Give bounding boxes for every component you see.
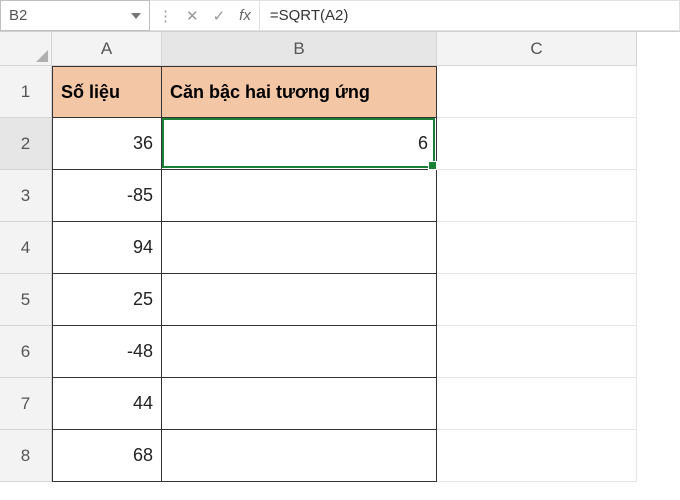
name-box-value: B2 <box>9 7 27 24</box>
cell-B8[interactable] <box>162 430 437 482</box>
cell-A8[interactable]: 68 <box>52 430 162 482</box>
cell-C2[interactable] <box>437 118 637 170</box>
select-all-corner[interactable] <box>0 32 52 66</box>
cell-B2[interactable]: 6 <box>162 118 437 170</box>
col-header-B[interactable]: B <box>162 32 437 66</box>
row-header[interactable]: 2 <box>0 118 52 170</box>
cell-C5[interactable] <box>437 274 637 326</box>
formula-text: =SQRT(A2) <box>270 7 349 24</box>
row-header[interactable]: 1 <box>0 66 52 118</box>
fx-icon[interactable]: fx <box>239 7 251 24</box>
cell-B3[interactable] <box>162 170 437 222</box>
cell-C7[interactable] <box>437 378 637 430</box>
spreadsheet-grid[interactable]: A B C 1 Số liệu Căn bậc hai tương ứng 2 … <box>0 32 680 482</box>
cell-C8[interactable] <box>437 430 637 482</box>
cell-C1[interactable] <box>437 66 637 118</box>
formula-bar: B2 ⋮ ✕ ✓ fx =SQRT(A2) <box>0 0 680 32</box>
formula-input[interactable]: =SQRT(A2) <box>259 0 680 31</box>
name-box-dropdown-icon[interactable] <box>131 13 141 19</box>
row-header[interactable]: 5 <box>0 274 52 326</box>
enter-icon[interactable]: ✓ <box>213 7 226 25</box>
cell-B7[interactable] <box>162 378 437 430</box>
cell-A1[interactable]: Số liệu <box>52 66 162 118</box>
cell-C4[interactable] <box>437 222 637 274</box>
cell-B6[interactable] <box>162 326 437 378</box>
cell-A4[interactable]: 94 <box>52 222 162 274</box>
row-header[interactable]: 8 <box>0 430 52 482</box>
cell-C3[interactable] <box>437 170 637 222</box>
cell-B4[interactable] <box>162 222 437 274</box>
formula-bar-buttons: ⋮ ✕ ✓ fx <box>150 0 259 31</box>
cell-A7[interactable]: 44 <box>52 378 162 430</box>
expand-icon[interactable]: ⋮ <box>158 7 172 25</box>
row-header[interactable]: 7 <box>0 378 52 430</box>
cell-B1[interactable]: Căn bậc hai tương ứng <box>162 66 437 118</box>
cell-A2[interactable]: 36 <box>52 118 162 170</box>
cell-B5[interactable] <box>162 274 437 326</box>
cell-C6[interactable] <box>437 326 637 378</box>
cancel-icon[interactable]: ✕ <box>186 7 199 25</box>
cell-A3[interactable]: -85 <box>52 170 162 222</box>
row-header[interactable]: 4 <box>0 222 52 274</box>
cell-A5[interactable]: 25 <box>52 274 162 326</box>
row-header[interactable]: 3 <box>0 170 52 222</box>
row-header[interactable]: 6 <box>0 326 52 378</box>
col-header-C[interactable]: C <box>437 32 637 66</box>
col-header-A[interactable]: A <box>52 32 162 66</box>
name-box[interactable]: B2 <box>0 0 150 31</box>
cell-A6[interactable]: -48 <box>52 326 162 378</box>
